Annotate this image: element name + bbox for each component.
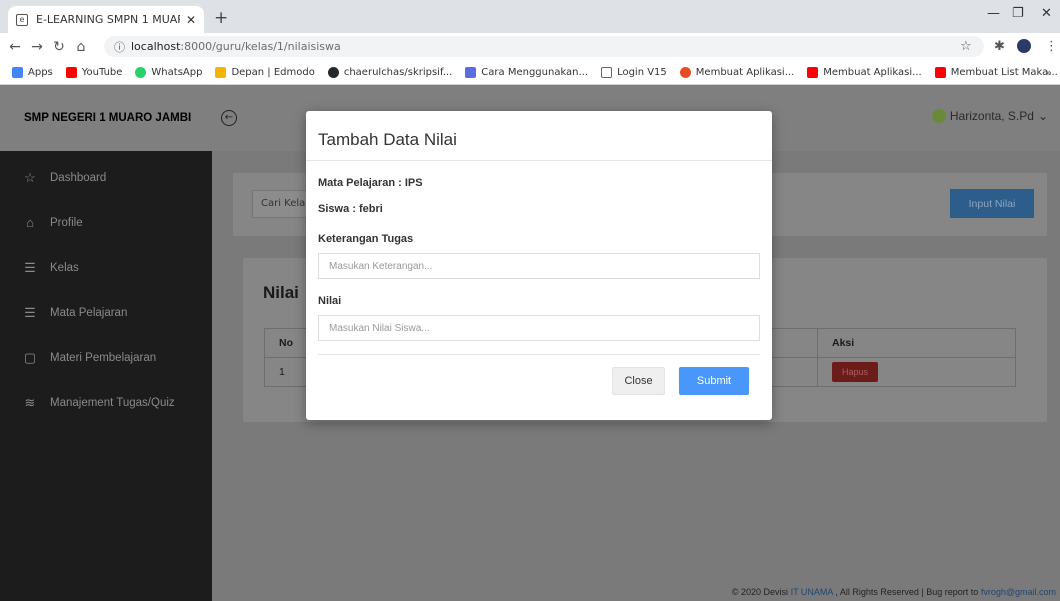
keterangan-input[interactable] bbox=[318, 253, 760, 279]
youtube-icon bbox=[65, 66, 77, 78]
back-icon[interactable]: ← bbox=[4, 39, 26, 55]
sidebar-item-materi[interactable]: ▢ Materi Pembelajaran bbox=[0, 335, 212, 380]
footer-org-link[interactable]: IT UNAMA bbox=[791, 587, 833, 597]
sidebar-item-mata-pelajaran[interactable]: ☰ Mata Pelajaran bbox=[0, 290, 212, 335]
browser-tab[interactable]: e E-LEARNING SMPN 1 MUARO JA ✕ bbox=[8, 6, 204, 33]
page-icon bbox=[465, 66, 477, 78]
bookmark-item[interactable]: WhatsApp bbox=[135, 66, 202, 78]
col-header-no: No bbox=[264, 328, 308, 358]
close-button[interactable]: Close bbox=[612, 367, 665, 395]
tambah-nilai-modal: Tambah Data Nilai Mata Pelajaran : IPS S… bbox=[306, 111, 772, 420]
forward-icon[interactable]: → bbox=[26, 39, 48, 55]
browser-toolbar: ← → ↻ ⌂ ⓘ localhost:8000/guru/kelas/1/ni… bbox=[0, 33, 1060, 60]
new-tab-button[interactable]: + bbox=[214, 8, 228, 28]
cell-aksi: Hapus bbox=[817, 357, 1016, 387]
youtube-icon bbox=[934, 66, 946, 78]
bookmark-item[interactable]: Login V15 bbox=[601, 66, 667, 78]
page-icon bbox=[601, 66, 613, 78]
card-title: Nilai bbox=[263, 283, 299, 302]
brand-title[interactable]: SMP NEGERI 1 MUARO JAMBI bbox=[0, 85, 212, 151]
nilai-label: Nilai bbox=[318, 295, 342, 307]
modal-body: Mata Pelajaran : IPS Siswa : febri Keter… bbox=[306, 177, 772, 341]
site-favicon-icon: e bbox=[16, 13, 28, 26]
document-icon: ▢ bbox=[23, 349, 37, 365]
subject-info: Mata Pelajaran : IPS bbox=[318, 177, 423, 189]
database-icon: ☰ bbox=[24, 304, 36, 320]
site-info-icon[interactable]: ⓘ bbox=[114, 39, 125, 55]
bookmarks-overflow-icon[interactable]: » bbox=[1045, 66, 1052, 79]
bookmarks-bar: Apps YouTube WhatsApp Depan | Edmodo cha… bbox=[0, 60, 1060, 85]
user-name: Harizonta, S.Pd bbox=[949, 109, 1034, 123]
nilai-input[interactable] bbox=[318, 315, 760, 341]
restore-icon[interactable]: ❐ bbox=[1012, 6, 1024, 21]
sidebar-toggle-icon[interactable]: ← bbox=[221, 110, 237, 126]
reload-icon[interactable]: ↻ bbox=[48, 39, 70, 55]
submit-button[interactable]: Submit bbox=[679, 367, 749, 395]
youtube-icon bbox=[807, 66, 819, 78]
sidebar-item-kelas[interactable]: ☰ Kelas bbox=[0, 245, 212, 290]
url-host: localhost bbox=[131, 40, 181, 53]
layers-icon: ≋ bbox=[24, 394, 36, 410]
bookmark-item[interactable]: Membuat List Maka... bbox=[934, 66, 1058, 78]
footer: © 2020 Devisi IT UNAMA , All Rights Rese… bbox=[731, 587, 1056, 597]
hapus-button[interactable]: Hapus bbox=[832, 362, 879, 382]
page-icon bbox=[679, 66, 691, 78]
sidebar: SMP NEGERI 1 MUARO JAMBI ☆ Dashboard ⌂ Pro… bbox=[0, 85, 212, 601]
student-info: Siswa : febri bbox=[318, 203, 383, 215]
address-bar[interactable]: ⓘ localhost:8000/guru/kelas/1/nilaisiswa bbox=[104, 36, 984, 57]
bookmark-item[interactable]: chaerulchas/skripsif... bbox=[327, 66, 452, 78]
extensions-icon[interactable]: ✱ bbox=[994, 39, 1005, 54]
sidebar-item-dashboard[interactable]: ☆ Dashboard bbox=[0, 155, 212, 200]
cell-no: 1 bbox=[264, 357, 308, 387]
input-nilai-button[interactable]: Input Nilai bbox=[950, 189, 1034, 218]
col-header-aksi: Aksi bbox=[817, 328, 1016, 358]
bookmark-item[interactable]: YouTube bbox=[65, 66, 122, 78]
home-icon[interactable]: ⌂ bbox=[70, 39, 92, 55]
browser-tabstrip: e E-LEARNING SMPN 1 MUARO JA ✕ + — ❐ ✕ bbox=[0, 0, 1060, 33]
footer-email-link[interactable]: fvrogh@gmail.com bbox=[981, 587, 1056, 597]
modal-divider bbox=[318, 354, 760, 355]
bookmark-item[interactable]: Cara Menggunakan... bbox=[465, 66, 588, 78]
apps-grid-icon bbox=[12, 66, 23, 78]
bookmark-item[interactable]: Membuat Aplikasi... bbox=[679, 66, 794, 78]
sidebar-item-profile[interactable]: ⌂ Profile bbox=[0, 200, 212, 245]
bookmark-item[interactable]: Apps bbox=[12, 66, 53, 78]
database-icon: ☰ bbox=[24, 259, 36, 275]
tab-close-icon[interactable]: ✕ bbox=[186, 13, 196, 27]
minimize-icon[interactable]: — bbox=[987, 6, 1000, 21]
keterangan-label: Keterangan Tugas bbox=[318, 233, 414, 245]
browser-menu-icon[interactable]: ⋮ bbox=[1045, 39, 1058, 54]
home-icon: ⌂ bbox=[26, 215, 34, 230]
user-avatar bbox=[931, 109, 946, 123]
profile-avatar[interactable] bbox=[1017, 39, 1031, 57]
bookmark-item[interactable]: Depan | Edmodo bbox=[215, 66, 315, 78]
bookmark-item[interactable]: Membuat Aplikasi... bbox=[807, 66, 922, 78]
tab-title: E-LEARNING SMPN 1 MUARO JA bbox=[36, 13, 180, 26]
github-icon bbox=[327, 66, 339, 78]
bookmark-star-icon[interactable]: ☆ bbox=[960, 39, 972, 54]
whatsapp-icon bbox=[135, 66, 147, 78]
user-menu[interactable]: Harizonta, S.Pd ⌄ bbox=[931, 109, 1048, 123]
edmodo-icon bbox=[215, 66, 227, 78]
chevron-down-icon: ⌄ bbox=[1037, 109, 1048, 123]
window-close-icon[interactable]: ✕ bbox=[1041, 6, 1052, 21]
url-path: :8000/guru/kelas/1/nilaisiswa bbox=[180, 40, 341, 53]
star-icon: ☆ bbox=[24, 169, 36, 185]
modal-title: Tambah Data Nilai bbox=[306, 111, 772, 161]
sidebar-item-tugas-quiz[interactable]: ≋ Manajement Tugas/Quiz bbox=[0, 380, 212, 425]
